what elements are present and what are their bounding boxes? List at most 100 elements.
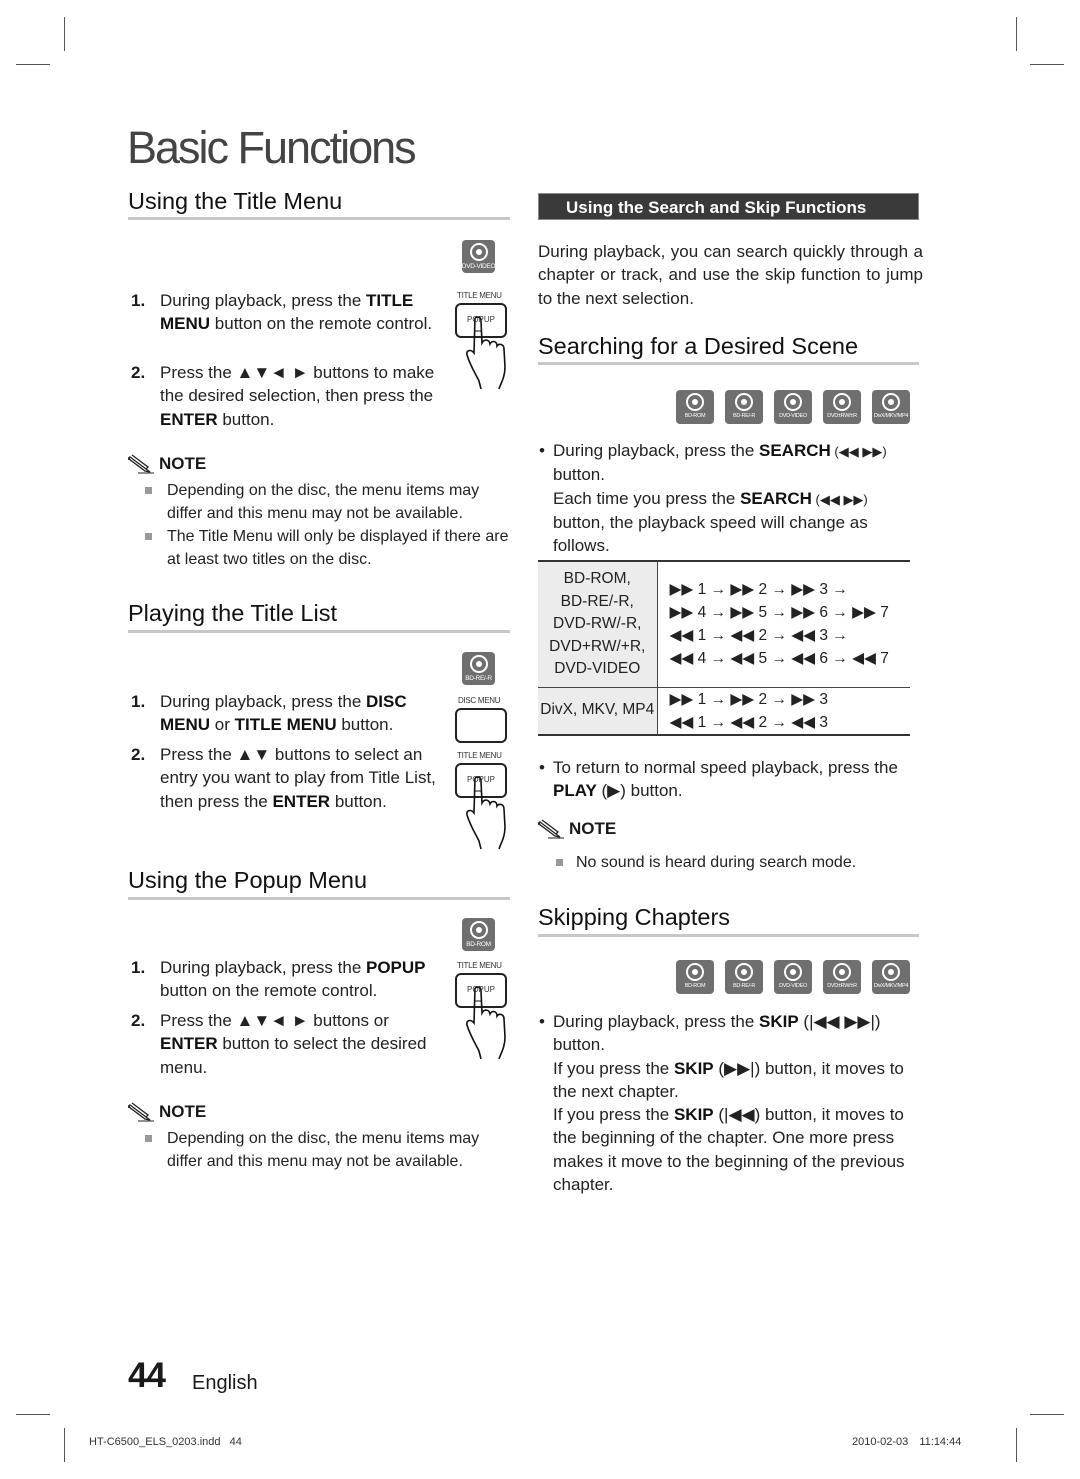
disc-icon [469, 243, 488, 261]
crop-mark [1016, 17, 1017, 51]
disc-badge-label: DivX/MKV/MP4 [873, 413, 909, 419]
bullet-square [556, 859, 563, 866]
disc-badge: BD-ROM [676, 960, 714, 994]
crop-mark [1030, 64, 1064, 65]
remote-label-title-menu: TITLE MENU [457, 291, 502, 300]
step-number: 1. [131, 291, 146, 310]
search-speed-table: BD-ROM, BD-RE/-R, DVD-RW/-R, DVD+RW/+R, DVD-… [538, 560, 910, 736]
disc-badge-label: DVD±RW/±R [827, 983, 857, 989]
note-text: Depending on the disc, the menu items ma… [167, 482, 480, 522]
crop-mark [1016, 1428, 1017, 1462]
heading-rule [128, 630, 510, 633]
disc-badge: DVD±RW/±R [823, 960, 861, 994]
disc-badge: DivX/MKV/MP4 [872, 960, 910, 994]
hand-press-icon [466, 316, 506, 390]
pencil-note-icon [128, 454, 154, 474]
print-timestamp: 2010-02-03 11:14:44 [852, 1436, 962, 1448]
page-number: 44 [128, 1356, 166, 1395]
hand-press-icon [466, 986, 506, 1060]
disc-badge-bd-rom: BD-ROM [462, 918, 495, 951]
step-text: Press the ▲▼ buttons to select an entry … [160, 745, 436, 811]
media-cell: DivX, MKV, MP4 [538, 687, 658, 736]
search-bullet-text: During playback, press the SEARCH (◀◀ ▶▶… [553, 441, 887, 556]
disc-badge-bd-re: BD-RE/-R [462, 652, 495, 685]
page-title: Basic Functions [127, 122, 417, 173]
disc-badge-label: DVD±RW/±R [827, 413, 857, 419]
skip-bullet-text: During playback, press the SKIP (|◀◀ ▶▶|… [553, 1012, 905, 1195]
disc-badge: DVD±RW/±R [823, 390, 861, 424]
step-text: Press the ▲▼◄ ► buttons to make the desi… [160, 363, 435, 429]
note-label: NOTE [159, 1102, 207, 1121]
sequence-cell: ▶▶ 1 → ▶▶ 2 → ▶▶ 3 ◀◀ 1 → ◀◀ 2 → ◀◀ 3 [657, 687, 910, 736]
heading-popup-menu: Using the Popup Menu [128, 867, 368, 893]
disc-icon [833, 963, 851, 981]
disc-icon [469, 921, 488, 939]
step-text: During playback, press the TITLE MENU bu… [160, 291, 433, 334]
disc-icon [686, 963, 704, 981]
disc-badge: BD-RE/-R [725, 960, 763, 994]
disc-badge-label: BD-ROM [684, 983, 706, 989]
remote-label-title-menu: TITLE MENU [457, 751, 502, 760]
crop-mark [16, 64, 50, 65]
bullet-dot: • [539, 758, 545, 777]
pencil-note-icon [128, 1102, 154, 1122]
note-heading: NOTE [128, 453, 206, 475]
disc-badge: DVD-VIDEO [774, 390, 812, 424]
step-text: During playback, press the DISC MENU or … [160, 692, 407, 735]
step-number: 2. [131, 745, 146, 764]
disc-badge-dvd-video: DVD-VIDEO [461, 240, 496, 273]
file-slug: HT-C6500_ELS_0203.indd 44 [89, 1436, 242, 1448]
disc-badge-label: DivX/MKV/MP4 [873, 983, 909, 989]
disc-icon [686, 393, 704, 411]
pencil-note-icon [538, 819, 564, 839]
heading-rule [538, 934, 919, 937]
crop-mark [16, 1414, 50, 1415]
step-text: Press the ▲▼◄ ► buttons or ENTER button … [160, 1011, 427, 1077]
page-language: English [192, 1372, 258, 1394]
disc-badge-label: DVD-VIDEO [779, 983, 807, 989]
play-bullet-text: To return to normal speed playback, pres… [553, 758, 898, 801]
note-label: NOTE [159, 454, 207, 473]
step-number: 1. [131, 692, 146, 711]
disc-badge-label: BD-ROM [684, 413, 706, 419]
note-heading: NOTE [538, 818, 616, 840]
bullet-square [145, 1135, 152, 1142]
note-heading: NOTE [128, 1101, 206, 1123]
film-reel-icon [882, 393, 900, 411]
table-row: BD-ROM, BD-RE/-R, DVD-RW/-R, DVD+RW/+R, DVD-… [538, 560, 910, 688]
remote-button-disc-menu [455, 708, 507, 743]
media-cell: BD-ROM, BD-RE/-R, DVD-RW/-R, DVD+RW/+R, DVD-… [538, 560, 658, 688]
hand-press-icon [466, 776, 506, 850]
bullet-dot: • [539, 441, 545, 460]
remote-label-title-menu: TITLE MENU [457, 961, 502, 970]
heading-title-menu: Using the Title Menu [128, 188, 343, 214]
disc-badge-label: DVD-VIDEO [461, 263, 496, 270]
note-label: NOTE [569, 819, 617, 838]
disc-badge: BD-RE/-R [725, 390, 763, 424]
table-row: DivX, MKV, MP4 ▶▶ 1 → ▶▶ 2 → ▶▶ 3 ◀◀ 1 → … [538, 687, 910, 736]
disc-icon [469, 655, 488, 673]
intro-text: During playback, you can search quickly … [538, 242, 923, 308]
film-reel-icon [882, 963, 900, 981]
disc-icon [735, 963, 753, 981]
heading-rule [128, 217, 510, 220]
disc-icon [735, 393, 753, 411]
disc-icon [784, 963, 802, 981]
note-text: Depending on the disc, the menu items ma… [167, 1130, 480, 1170]
crop-mark [64, 17, 65, 51]
disc-icon [784, 393, 802, 411]
section-banner: Using the Search and Skip Functions [538, 193, 919, 220]
disc-badge-label: BD-RE/-R [732, 983, 756, 989]
heading-rule [128, 897, 510, 900]
bullet-dot: • [539, 1012, 545, 1031]
disc-badge: BD-ROM [676, 390, 714, 424]
note-text: No sound is heard during search mode. [576, 854, 857, 871]
bullet-square [145, 533, 152, 540]
crop-mark [1030, 1414, 1064, 1415]
disc-badge-label: BD-RE/-R [732, 413, 756, 419]
sequence-cell: ▶▶ 1 → ▶▶ 2 → ▶▶ 3 → ▶▶ 4 → ▶▶ 5 → ▶▶ 6 →… [657, 560, 910, 688]
bullet-square [145, 487, 152, 494]
disc-badge-label: BD-RE/-R [465, 675, 492, 682]
disc-badge-label: DVD-VIDEO [779, 413, 807, 419]
step-number: 1. [131, 958, 146, 977]
